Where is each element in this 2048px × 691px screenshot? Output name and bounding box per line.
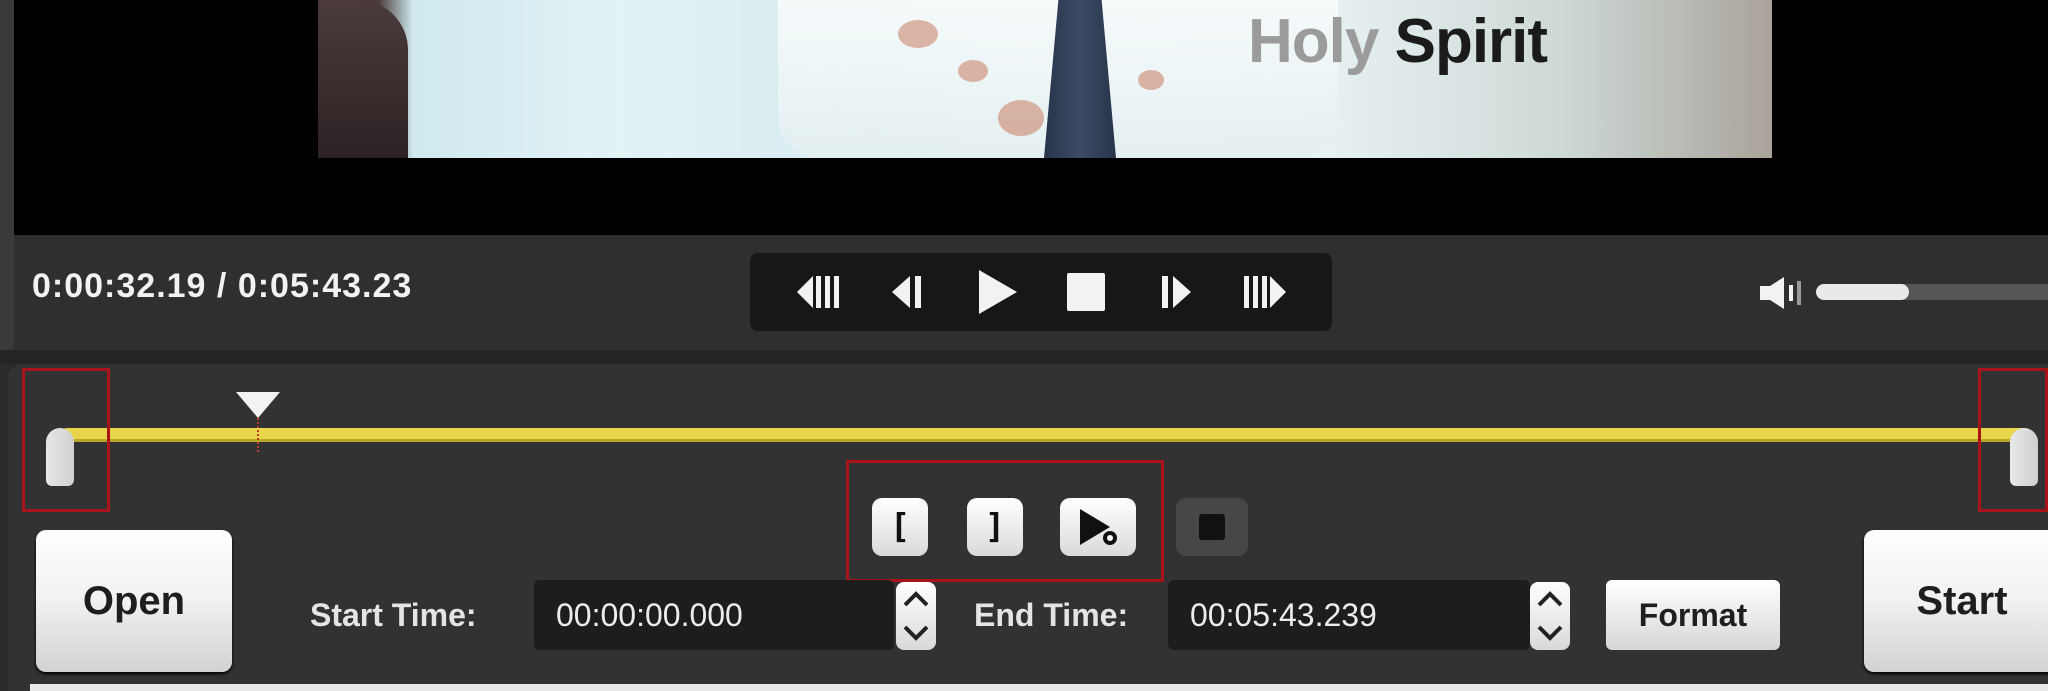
playhead-triangle-icon — [236, 392, 280, 418]
skip-to-end-icon — [1243, 276, 1286, 308]
open-button[interactable]: Open — [36, 530, 232, 672]
chevron-down-icon[interactable] — [1536, 624, 1564, 642]
video-figure-hair — [318, 0, 408, 158]
time-readout: 0:00:32.19 / 0:05:43.23 — [32, 267, 412, 306]
end-time-label: End Time: — [974, 597, 1129, 633]
speaker-icon[interactable] — [1758, 275, 1806, 311]
play-selection-icon — [1080, 509, 1117, 545]
transport-controls — [750, 253, 1332, 331]
volume-slider[interactable] — [1816, 284, 2048, 300]
chevron-down-icon[interactable] — [902, 624, 930, 642]
bottom-strip — [30, 684, 2048, 691]
skip-to-start-button[interactable] — [793, 266, 845, 318]
stop-icon — [1066, 273, 1105, 311]
total-time: 0:05:43.23 — [237, 267, 413, 305]
start-time-stepper[interactable] — [896, 582, 936, 650]
set-end-mark-button[interactable]: ] — [967, 498, 1023, 556]
caption-word: Spirit — [1394, 7, 1548, 76]
video-frame: Holy Spirit — [318, 0, 1772, 158]
video-stain — [958, 60, 988, 82]
playhead-marker[interactable] — [236, 392, 280, 452]
start-time-label: Start Time: — [310, 597, 477, 633]
panel-edge — [0, 0, 14, 235]
time-separator: / — [216, 267, 228, 305]
skip-to-end-button[interactable] — [1238, 266, 1290, 318]
next-frame-button[interactable] — [1149, 266, 1201, 318]
left-bracket-icon: [ — [889, 507, 911, 547]
stop-button[interactable] — [1060, 266, 1112, 318]
video-caption: Holy Spirit — [1248, 6, 1548, 77]
set-start-mark-button[interactable]: [ — [872, 498, 928, 556]
format-button[interactable]: Format — [1606, 580, 1780, 650]
playback-bar: 0:00:32.19 / 0:05:43.23 — [0, 235, 2048, 350]
stop-selection-button[interactable] — [1176, 498, 1248, 556]
highlight-box-start-handle — [22, 368, 110, 512]
play-selection-button[interactable] — [1060, 498, 1136, 556]
video-preview: Holy Spirit — [0, 0, 2048, 235]
previous-frame-button[interactable] — [882, 266, 934, 318]
volume-slider-fill — [1816, 284, 1909, 300]
play-button[interactable] — [971, 266, 1023, 318]
video-stain — [898, 20, 938, 48]
end-time-stepper[interactable] — [1530, 582, 1570, 650]
highlight-box-end-handle — [1978, 368, 2048, 512]
section-divider — [0, 350, 2048, 364]
skip-to-start-icon — [796, 276, 839, 308]
previous-frame-icon — [891, 276, 921, 308]
start-button[interactable]: Start — [1864, 530, 2048, 672]
video-stain — [998, 100, 1044, 136]
playhead-line — [257, 418, 259, 452]
right-bracket-icon: ] — [984, 507, 1006, 547]
start-time-field[interactable]: 00:00:00.000 — [534, 580, 894, 650]
current-time: 0:00:32.19 — [32, 267, 207, 305]
play-icon — [978, 270, 1017, 314]
video-stain — [1138, 70, 1164, 90]
stop-icon — [1199, 514, 1225, 540]
end-time-field[interactable]: 00:05:43.239 — [1168, 580, 1530, 650]
timeline-track[interactable] — [60, 428, 2032, 442]
caption-word: Holy — [1248, 7, 1379, 76]
chevron-up-icon[interactable] — [1536, 590, 1564, 608]
next-frame-icon — [1161, 276, 1191, 308]
chevron-up-icon[interactable] — [902, 590, 930, 608]
